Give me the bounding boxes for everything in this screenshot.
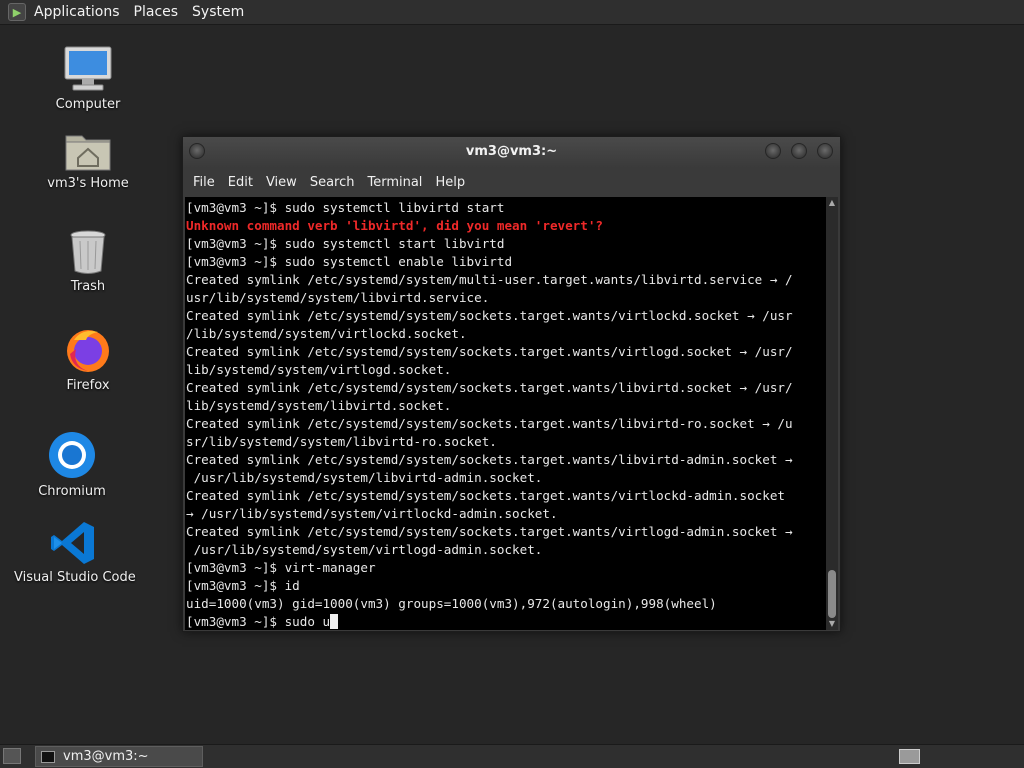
desktop-icon-home[interactable]: vm3's Home	[44, 128, 132, 191]
terminal-line: Created symlink /etc/systemd/system/sock…	[186, 343, 793, 361]
menu-edit[interactable]: Edit	[228, 175, 253, 190]
terminal-line-text: lib/systemd/system/virtlogd.socket.	[186, 362, 452, 377]
desktop-icon-label: Firefox	[66, 378, 110, 393]
terminal-line-text: lib/systemd/system/libvirtd.socket.	[186, 398, 452, 413]
terminal-line: usr/lib/systemd/system/libvirtd.service.	[186, 289, 793, 307]
desktop-icon-label: Chromium	[38, 484, 106, 499]
home-folder-icon	[65, 135, 111, 171]
terminal-scrollbar[interactable]: ▲ ▼	[826, 197, 838, 630]
terminal-line: [vm3@vm3 ~]$ sudo systemctl libvirtd sta…	[186, 199, 793, 217]
terminal-line-text: [vm3@vm3 ~]$ sudo u	[186, 614, 331, 629]
terminal-line: /usr/lib/systemd/system/libvirtd-admin.s…	[186, 469, 793, 487]
terminal-launcher-icon[interactable]: ▶	[8, 3, 26, 21]
terminal-line: [vm3@vm3 ~]$ id	[186, 577, 793, 595]
computer-icon	[64, 46, 112, 91]
terminal-line-text: Created symlink /etc/systemd/system/mult…	[186, 272, 793, 287]
terminal-line: uid=1000(vm3) gid=1000(vm3) groups=1000(…	[186, 595, 793, 613]
terminal-error-line: Unknown command verb 'libvirtd', did you…	[186, 217, 793, 235]
terminal-line-text: Created symlink /etc/systemd/system/sock…	[186, 308, 793, 323]
menu-view[interactable]: View	[266, 175, 297, 190]
menu-system[interactable]: System	[192, 4, 244, 20]
desktop-icon-computer[interactable]: Computer	[48, 45, 128, 112]
terminal-line: sr/lib/systemd/system/libvirtd-ro.socket…	[186, 433, 793, 451]
terminal-line: Created symlink /etc/systemd/system/sock…	[186, 487, 793, 505]
terminal-line-text: Created symlink /etc/systemd/system/sock…	[186, 524, 793, 539]
desktop-icon-label: Computer	[55, 97, 121, 112]
terminal-line-text: [vm3@vm3 ~]$ id	[186, 578, 300, 593]
scroll-down-arrow-icon[interactable]: ▼	[826, 618, 838, 630]
terminal-line-text: [vm3@vm3 ~]$ virt-manager	[186, 560, 376, 575]
terminal-line: Created symlink /etc/systemd/system/sock…	[186, 415, 793, 433]
terminal-line-text: uid=1000(vm3) gid=1000(vm3) groups=1000(…	[186, 596, 717, 611]
taskbar-item-label: vm3@vm3:~	[63, 749, 149, 764]
terminal-line-text: [vm3@vm3 ~]$ sudo systemctl libvirtd sta…	[186, 200, 505, 215]
terminal-cursor	[330, 614, 339, 629]
menu-help[interactable]: Help	[435, 175, 465, 190]
terminal-line-text: sr/lib/systemd/system/libvirtd-ro.socket…	[186, 434, 497, 449]
trash-icon	[70, 230, 106, 274]
terminal-line-text: → /usr/lib/systemd/system/virtlockd-admi…	[186, 506, 558, 521]
desktop-icon-chromium[interactable]: Chromium	[32, 430, 112, 499]
menu-places[interactable]: Places	[134, 4, 179, 20]
menu-file[interactable]: File	[193, 175, 215, 190]
terminal-line-text: Created symlink /etc/systemd/system/sock…	[186, 416, 793, 431]
terminal-task-icon	[41, 750, 55, 763]
close-icon[interactable]	[817, 143, 833, 159]
show-desktop-icon[interactable]	[3, 748, 21, 764]
terminal-line-text: Created symlink /etc/systemd/system/sock…	[186, 380, 793, 395]
terminal-line-text: [vm3@vm3 ~]$ sudo systemctl enable libvi…	[186, 254, 513, 269]
terminal-window: vm3@vm3:~ File Edit View Search Terminal…	[182, 136, 841, 632]
desktop-icon-trash[interactable]: Trash	[48, 229, 128, 294]
terminal-line: [vm3@vm3 ~]$ sudo systemctl start libvir…	[186, 235, 793, 253]
terminal-line-text: Unknown command verb 'libvirtd', did you…	[186, 218, 604, 233]
maximize-icon[interactable]	[791, 143, 807, 159]
desktop-icon-firefox[interactable]: Firefox	[48, 326, 128, 393]
terminal-line: → /usr/lib/systemd/system/virtlockd-admi…	[186, 505, 793, 523]
scroll-up-arrow-icon[interactable]: ▲	[826, 197, 838, 209]
terminal-lines: [vm3@vm3 ~]$ sudo systemctl libvirtd sta…	[186, 199, 793, 630]
terminal-line-text: usr/lib/systemd/system/libvirtd.service.	[186, 290, 490, 305]
terminal-line: /lib/systemd/system/virtlockd.socket.	[186, 325, 793, 343]
terminal-line: lib/systemd/system/libvirtd.socket.	[186, 397, 793, 415]
terminal-line-text: /usr/lib/systemd/system/virtlogd-admin.s…	[186, 542, 543, 557]
chromium-icon	[49, 432, 95, 478]
terminal-line-text: Created symlink /etc/systemd/system/sock…	[186, 452, 793, 467]
terminal-line: [vm3@vm3 ~]$ sudo systemctl enable libvi…	[186, 253, 793, 271]
terminal-line-text: Created symlink /etc/systemd/system/sock…	[186, 488, 785, 503]
terminal-titlebar[interactable]: vm3@vm3:~	[183, 137, 840, 168]
menu-terminal[interactable]: Terminal	[367, 175, 422, 190]
menu-applications[interactable]: Applications	[34, 4, 120, 20]
desktop-icon-label: Trash	[70, 279, 106, 294]
window-title: vm3@vm3:~	[465, 144, 558, 159]
menu-search[interactable]: Search	[310, 175, 355, 190]
terminal-line: Created symlink /etc/systemd/system/mult…	[186, 271, 793, 289]
desktop-icon-vscode[interactable]: Visual Studio Code	[14, 520, 136, 585]
bottom-panel: vm3@vm3:~	[0, 744, 1024, 768]
terminal-line: Created symlink /etc/systemd/system/sock…	[186, 523, 793, 541]
terminal-line: Created symlink /etc/systemd/system/sock…	[186, 307, 793, 325]
terminal-line: [vm3@vm3 ~]$ virt-manager	[186, 559, 793, 577]
terminal-menubar: File Edit View Search Terminal Help	[183, 170, 840, 194]
vscode-icon	[51, 522, 94, 564]
terminal-line-text: Created symlink /etc/systemd/system/sock…	[186, 344, 793, 359]
desktop-icon-label: Visual Studio Code	[14, 570, 136, 585]
workspace-switcher[interactable]	[899, 749, 920, 764]
firefox-icon	[67, 330, 109, 372]
terminal-line: /usr/lib/systemd/system/virtlogd-admin.s…	[186, 541, 793, 559]
minimize-icon[interactable]	[765, 143, 781, 159]
terminal-line: [vm3@vm3 ~]$ sudo u	[186, 613, 793, 630]
terminal-line-text: [vm3@vm3 ~]$ sudo systemctl start libvir…	[186, 236, 505, 251]
terminal-line-text: /usr/lib/systemd/system/libvirtd-admin.s…	[186, 470, 543, 485]
terminal-output[interactable]: [vm3@vm3 ~]$ sudo systemctl libvirtd sta…	[185, 197, 826, 630]
scroll-thumb[interactable]	[828, 570, 836, 618]
desktop-icon-label: vm3's Home	[47, 176, 129, 191]
terminal-line: lib/systemd/system/virtlogd.socket.	[186, 361, 793, 379]
terminal-line: Created symlink /etc/systemd/system/sock…	[186, 451, 793, 469]
terminal-line: Created symlink /etc/systemd/system/sock…	[186, 379, 793, 397]
terminal-line-text: /lib/systemd/system/virtlockd.socket.	[186, 326, 467, 341]
top-panel: ▶ Applications Places System	[0, 0, 1024, 25]
taskbar-item-terminal[interactable]: vm3@vm3:~	[35, 746, 203, 767]
